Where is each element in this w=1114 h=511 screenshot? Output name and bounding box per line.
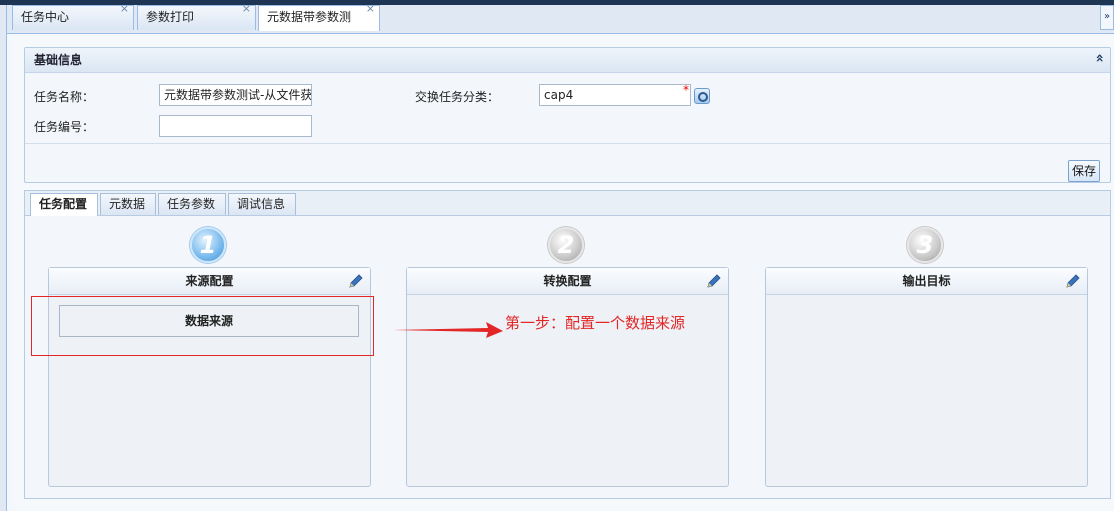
required-mark: * [683, 83, 689, 97]
save-button[interactable]: 保存 [1068, 160, 1100, 182]
exchange-category-field[interactable]: cap4 [539, 84, 691, 106]
step-2-icon[interactable]: 2 [548, 227, 584, 263]
pencil-icon[interactable] [705, 272, 723, 290]
annotation-arrow [393, 322, 503, 338]
basic-info-panel: 基础信息 « 任务名称： 元数据带参数测试-从文件获 交换任务分类： cap4 … [24, 47, 1111, 183]
panel-title: 基础信息 [25, 48, 1110, 73]
highlight-rectangle [31, 296, 374, 356]
pencil-icon[interactable] [1064, 272, 1082, 290]
left-edge [0, 5, 7, 511]
exchange-category-label: 交换任务分类： [415, 90, 500, 104]
transform-config-column: 转换配置 [406, 267, 729, 487]
divider [25, 143, 1110, 144]
task-number-label: 任务编号： [34, 120, 95, 134]
output-target-column: 输出目标 [765, 267, 1088, 487]
tab-label: 任务中心 [21, 10, 70, 24]
step-3-icon[interactable]: 3 [907, 227, 943, 263]
transform-config-header: 转换配置 [407, 268, 728, 295]
tab-label: 参数打印 [146, 10, 195, 24]
column-title: 转换配置 [543, 274, 592, 288]
tab-param-print[interactable]: 参数打印 × [137, 2, 256, 30]
close-icon[interactable]: × [120, 2, 129, 16]
tab-debug-info[interactable]: 调试信息 [228, 193, 296, 215]
output-target-header: 输出目标 [766, 268, 1087, 295]
collapse-icon[interactable]: « [1091, 53, 1107, 62]
column-title: 来源配置 [185, 274, 234, 288]
column-title: 输出目标 [902, 274, 951, 288]
tab-label: 元数据带参数测 [267, 10, 352, 24]
close-icon[interactable]: × [366, 2, 375, 16]
main-content: 基础信息 « 任务名称： 元数据带参数测试-从文件获 交换任务分类： cap4 … [14, 36, 1114, 511]
tab-task-center[interactable]: 任务中心 × [12, 2, 134, 30]
tab-scroll-right-icon[interactable]: » [1100, 5, 1114, 30]
task-name-label: 任务名称： [34, 90, 95, 104]
search-icon[interactable] [694, 88, 710, 104]
source-config-header: 来源配置 [49, 268, 370, 295]
task-name-field[interactable]: 元数据带参数测试-从文件获 [159, 84, 312, 106]
tab-task-config[interactable]: 任务配置 [30, 193, 98, 216]
pencil-icon[interactable] [347, 272, 365, 290]
tab-metadata-param-test[interactable]: 元数据带参数测 × [258, 2, 380, 31]
task-number-field[interactable] [159, 115, 312, 137]
annotation-text: 第一步：配置一个数据来源 [505, 314, 686, 332]
step-1-icon[interactable]: 1 [190, 227, 226, 263]
sub-tab-strip: 任务配置 元数据 任务参数 调试信息 [25, 191, 1110, 216]
close-icon[interactable]: × [242, 2, 251, 16]
tab-metadata[interactable]: 元数据 [100, 193, 156, 215]
tab-task-params[interactable]: 任务参数 [158, 193, 226, 215]
